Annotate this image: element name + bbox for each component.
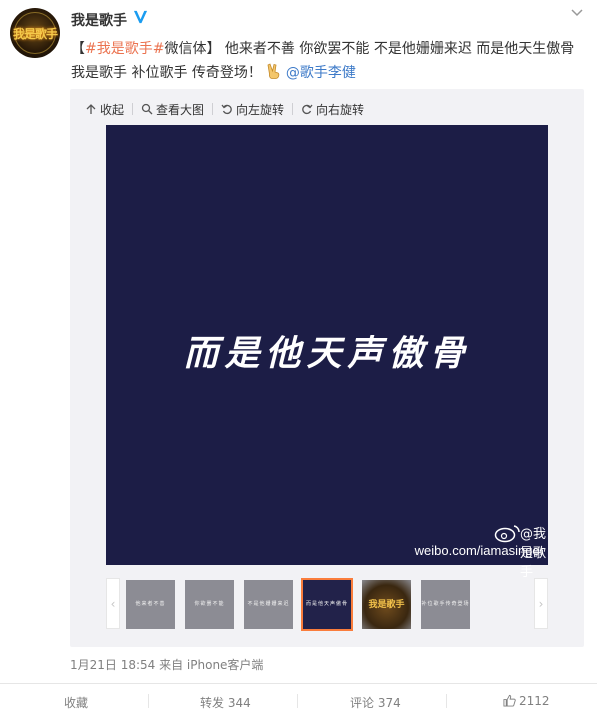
repost-button[interactable]: 转发 344 bbox=[200, 694, 251, 711]
toolbar-divider bbox=[212, 103, 214, 115]
verified-icon bbox=[133, 10, 148, 24]
toolbar-divider bbox=[132, 103, 134, 115]
comment-button[interactable]: 评论 374 bbox=[350, 694, 401, 711]
media-toolbar: 收起 查看大图 向左旋转 向右旋转 bbox=[85, 100, 372, 118]
view-large-button[interactable]: 查看大图 bbox=[141, 101, 204, 118]
like-count: 2112 bbox=[519, 694, 550, 708]
hashtag-link[interactable]: #我是歌手# bbox=[85, 41, 164, 57]
media-viewer: 收起 查看大图 向左旋转 向右旋转 而是他天声傲骨 @我是歌手 weibo.co… bbox=[70, 89, 584, 647]
thumbnail[interactable]: 我是歌手 bbox=[362, 580, 411, 629]
rotate-right-label: 向右旋转 bbox=[316, 102, 365, 117]
watermark-url: weibo.com/iamasinger bbox=[414, 543, 544, 558]
favorite-button[interactable]: 收藏 bbox=[64, 694, 88, 711]
collapse-icon bbox=[86, 104, 96, 114]
thumbnail-caption: 他来者不善 bbox=[135, 601, 166, 607]
like-button[interactable]: 2112 bbox=[503, 694, 550, 708]
thumbnail-strip: ‹ 他来者不善 你欲罢不能 不是他姗姗来迟 而是他天声傲骨 我是歌手 补位歌手传… bbox=[106, 578, 548, 631]
thumbnail[interactable]: 不是他姗姗来迟 bbox=[244, 580, 293, 629]
username[interactable]: 我是歌手 bbox=[71, 10, 127, 30]
thumbnail[interactable]: 补位歌手传奇登场 bbox=[421, 580, 470, 629]
toolbar-divider bbox=[292, 103, 294, 115]
thumbnail-caption: 不是他姗姗来迟 bbox=[247, 601, 290, 607]
thumbnail-caption: 我是歌手 bbox=[368, 600, 405, 610]
thumbnail-caption: 你欲罢不能 bbox=[194, 601, 225, 607]
rotate-right-button[interactable]: 向右旋转 bbox=[301, 101, 364, 118]
thumbnail-prev-button[interactable]: ‹ bbox=[106, 578, 120, 629]
thumbnail-selected[interactable]: 而是他天声傲骨 bbox=[301, 578, 353, 631]
rotate-right-icon bbox=[302, 104, 313, 115]
avatar[interactable]: 我是歌手 bbox=[10, 8, 60, 58]
mention-link[interactable]: @歌手李健 bbox=[286, 65, 356, 81]
action-bar: 收藏 转发 344 评论 374 2112 bbox=[0, 683, 597, 712]
rotate-left-icon bbox=[221, 104, 232, 115]
magnifier-icon bbox=[141, 103, 153, 115]
thumbnail-next-button[interactable]: › bbox=[534, 578, 548, 629]
post-text: 【#我是歌手#微信体】 他来者不善 你欲罢不能 不是他姗姗来迟 而是他天生傲骨 … bbox=[71, 37, 591, 85]
thumbnail[interactable]: 他来者不善 bbox=[126, 580, 175, 629]
avatar-logo-text: 我是歌手 bbox=[12, 27, 58, 41]
view-large-label: 查看大图 bbox=[156, 102, 205, 117]
thumbnail-caption: 而是他天声傲骨 bbox=[305, 601, 348, 607]
thumbnail[interactable]: 你欲罢不能 bbox=[185, 580, 234, 629]
rotate-left-button[interactable]: 向左旋转 bbox=[221, 101, 284, 118]
post-timestamp[interactable]: 1月21日 18:54 来自 iPhone客户端 bbox=[70, 656, 263, 673]
action-divider bbox=[446, 694, 447, 708]
action-divider bbox=[297, 694, 298, 708]
image-caption: 而是他天声傲骨 bbox=[183, 333, 471, 374]
main-image[interactable]: 而是他天声傲骨 @我是歌手 weibo.com/iamasinger bbox=[106, 125, 548, 580]
collapse-label: 收起 bbox=[100, 102, 125, 117]
action-divider bbox=[148, 694, 149, 708]
hashtag-suffix: 微信体 bbox=[164, 41, 207, 57]
chevron-down-icon[interactable] bbox=[571, 8, 583, 18]
victory-hand-emoji-icon bbox=[267, 63, 280, 79]
thumbs-up-icon bbox=[503, 694, 516, 707]
collapse-button[interactable]: 收起 bbox=[85, 101, 124, 118]
bracket-open: 【 bbox=[71, 41, 85, 57]
bracket-close: 】 bbox=[206, 41, 221, 57]
thumbnail-caption: 补位歌手传奇登场 bbox=[421, 601, 470, 607]
rotate-left-label: 向左旋转 bbox=[236, 102, 285, 117]
weibo-logo-icon bbox=[494, 525, 520, 543]
